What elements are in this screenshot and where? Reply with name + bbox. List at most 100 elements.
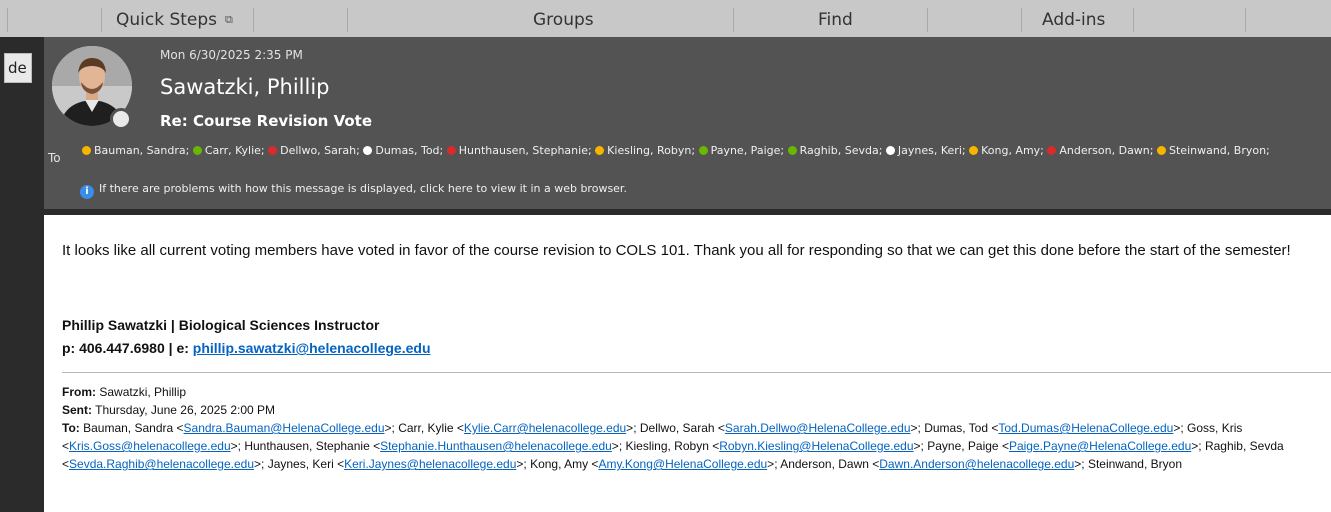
presence-icon	[1047, 146, 1057, 155]
sender-name[interactable]: Sawatzki, Phillip	[160, 75, 330, 99]
original-recipient-email-link[interactable]: Keri.Jaynes@helenacollege.edu	[344, 457, 516, 471]
original-recipient-email-link[interactable]: Sevda.Raghib@helenacollege.edu	[69, 457, 254, 471]
ribbon-separator	[347, 8, 348, 32]
recipient[interactable]: Dellwo, Sarah;	[268, 144, 360, 157]
recipient[interactable]: Hunthausen, Stephanie;	[446, 144, 592, 157]
ribbon-separator	[733, 8, 734, 32]
body-paragraph: It looks like all current voting members…	[62, 242, 1291, 259]
original-recipient-name: Carr, Kylie	[398, 421, 454, 435]
dialog-launcher-icon[interactable]: ⧉	[225, 0, 233, 40]
ribbon-group-label: Groups	[533, 10, 594, 30]
recipient[interactable]: Kiesling, Robyn;	[595, 144, 695, 157]
presence-icon	[363, 146, 373, 155]
recipient[interactable]: Dumas, Tod;	[363, 144, 443, 157]
original-recipient-name: Hunthausen, Stephanie	[244, 439, 370, 453]
message-header: Mon 6/30/2025 2:35 PM Sawatzki, Phillip …	[44, 37, 1331, 209]
original-from-line: From: Sawatzki, Phillip	[62, 383, 1324, 401]
presence-icon	[192, 146, 202, 155]
info-icon: i	[80, 185, 94, 199]
presence-icon	[885, 146, 895, 155]
ribbon-group-label: Quick Steps	[116, 10, 218, 30]
original-recipient-name: Kong, Amy	[530, 457, 589, 471]
signature-contact: p: 406.447.6980 | e: phillip.sawatzki@he…	[62, 340, 431, 356]
original-to-list: Bauman, Sandra <Sandra.Bauman@HelenaColl…	[62, 421, 1284, 471]
original-recipient-name: Jaynes, Keri	[267, 457, 334, 471]
presence-icon	[969, 146, 979, 155]
original-sent-line: Sent: Thursday, June 26, 2025 2:00 PM	[62, 401, 1324, 419]
original-message-header: From: Sawatzki, Phillip Sent: Thursday, …	[62, 383, 1324, 473]
original-recipient-email-link[interactable]: Stephanie.Hunthausen@helenacollege.edu	[380, 439, 612, 453]
ribbon-separator	[253, 8, 254, 32]
ribbon-separator	[927, 8, 928, 32]
ribbon-group-add-ins: Add-ins	[1042, 0, 1105, 37]
recipient-list: Bauman, Sandra; Carr, Kylie; Dellwo, Sar…	[82, 144, 1327, 157]
presence-icon	[787, 146, 797, 155]
ribbon-separator	[101, 8, 102, 32]
from-label: From:	[62, 385, 96, 399]
original-recipient-email-link[interactable]: Amy.Kong@HelenaCollege.edu	[598, 457, 767, 471]
presence-icon	[446, 146, 456, 155]
original-recipient-name: Raghib, Sevda	[1204, 439, 1284, 453]
presence-icon	[698, 146, 708, 155]
original-recipient-email-link[interactable]: Paige.Payne@HelenaCollege.edu	[1009, 439, 1191, 453]
message-subject: Re: Course Revision Vote	[160, 112, 373, 130]
recipient[interactable]: Carr, Kylie;	[192, 144, 265, 157]
original-from: Sawatzki, Phillip	[99, 385, 187, 399]
original-recipient-email-link[interactable]: Kris.Goss@helenacollege.edu	[69, 439, 231, 453]
ribbon-group-label: Find	[818, 10, 853, 30]
original-recipient-email-link[interactable]: Sandra.Bauman@HelenaCollege.edu	[184, 421, 385, 435]
recipient-name: Steinwand, Bryon;	[1169, 144, 1270, 157]
signature-phone: p: 406.447.6980 | e:	[62, 340, 193, 356]
original-recipient-email-link[interactable]: Tod.Dumas@HelenaCollege.edu	[998, 421, 1173, 435]
original-recipient-name: Dumas, Tod	[924, 421, 989, 435]
recipient-name: Raghib, Sevda;	[799, 144, 883, 157]
signature-email-link[interactable]: phillip.sawatzki@helenacollege.edu	[193, 340, 431, 356]
original-recipient-name: Steinwand, Bryon	[1087, 457, 1182, 471]
sent-label: Sent:	[62, 403, 92, 417]
original-recipient-name: Kiesling, Robyn	[625, 439, 709, 453]
ribbon-group-label: Add-ins	[1042, 10, 1106, 30]
original-recipient-name: Payne, Paige	[927, 439, 999, 453]
recipient[interactable]: Jaynes, Keri;	[885, 144, 966, 157]
recipient-name: Jaynes, Keri;	[897, 144, 966, 157]
recipient[interactable]: Raghib, Sevda;	[787, 144, 883, 157]
ribbon-separator	[1245, 8, 1246, 32]
presence-icon	[82, 146, 91, 155]
original-sent: Thursday, June 26, 2025 2:00 PM	[95, 403, 276, 417]
recipient[interactable]: Steinwand, Bryon;	[1157, 144, 1270, 157]
recipient-name: Dumas, Tod;	[375, 144, 444, 157]
original-recipient-name: Goss, Kris	[1187, 421, 1243, 435]
reply-divider	[62, 372, 1331, 373]
original-recipient-name: Anderson, Dawn	[780, 457, 869, 471]
to-label-original: To:	[62, 421, 80, 435]
ribbon-group-quick-steps: Quick Steps ⧉	[116, 0, 233, 37]
original-recipient-email-link[interactable]: Robyn.Kiesling@HelenaCollege.edu	[719, 439, 913, 453]
original-recipient-email-link[interactable]: Dawn.Anderson@helenacollege.edu	[879, 457, 1074, 471]
left-pane-button[interactable]: de	[4, 53, 32, 83]
original-recipient-email-link[interactable]: Kylie.Carr@helenacollege.edu	[464, 421, 626, 435]
presence-icon	[1157, 146, 1166, 155]
original-recipient-name: Dellwo, Sarah	[639, 421, 715, 435]
recipient[interactable]: Kong, Amy;	[969, 144, 1044, 157]
presence-icon	[268, 146, 278, 155]
presence-icon	[110, 108, 132, 130]
recipient[interactable]: Bauman, Sandra;	[82, 144, 189, 157]
recipient-name: Dellwo, Sarah;	[280, 144, 360, 157]
ribbon-separator	[7, 8, 8, 32]
recipient-name: Hunthausen, Stephanie;	[458, 144, 592, 157]
original-recipient-email-link[interactable]: Sarah.Dellwo@HelenaCollege.edu	[725, 421, 911, 435]
left-pane-strip: de	[0, 37, 37, 512]
recipient[interactable]: Payne, Paige;	[698, 144, 784, 157]
recipient[interactable]: Anderson, Dawn;	[1047, 144, 1154, 157]
ribbon-group-groups: Groups	[533, 0, 594, 37]
message-body: It looks like all current voting members…	[44, 215, 1331, 512]
ribbon-separator	[1133, 8, 1134, 32]
info-bar[interactable]: i If there are problems with how this mes…	[80, 182, 627, 199]
recipient-name: Kong, Amy;	[981, 144, 1044, 157]
original-recipient-name: Bauman, Sandra	[83, 421, 174, 435]
original-to-line: To: Bauman, Sandra <Sandra.Bauman@Helena…	[62, 419, 1324, 473]
recipient-name: Kiesling, Robyn;	[607, 144, 696, 157]
ribbon-group-find: Find	[818, 0, 853, 37]
ribbon-group-labels: Quick Steps ⧉ Groups Find Add-ins	[0, 0, 1331, 37]
info-bar-text: If there are problems with how this mess…	[99, 182, 627, 195]
